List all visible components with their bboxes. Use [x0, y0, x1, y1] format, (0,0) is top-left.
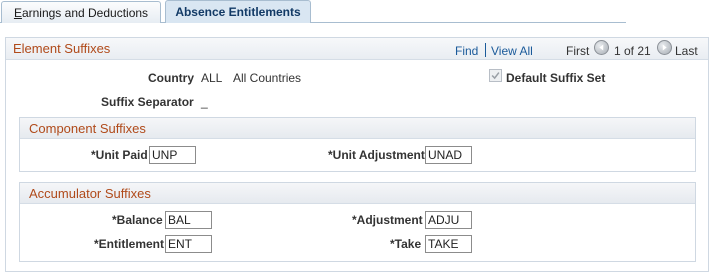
find-link[interactable]: Find: [455, 44, 478, 58]
unit-adjustment-label: *Unit Adjustment: [328, 148, 425, 162]
view-all-link[interactable]: View All: [491, 44, 533, 58]
page-info: 1 of 21: [614, 44, 651, 58]
suffix-separator-label: Suffix Separator: [101, 95, 194, 109]
last-label: Last: [675, 44, 698, 58]
entitlement-label: *Entitlement: [94, 237, 165, 251]
adjustment-input[interactable]: [425, 211, 472, 229]
country-name: All Countries: [233, 71, 302, 85]
first-label: First: [566, 44, 590, 58]
take-input[interactable]: [425, 235, 472, 253]
entitlement-input[interactable]: [165, 235, 212, 253]
tab-earnings-and-deductions[interactable]: Earnings and Deductions: [1, 1, 161, 23]
arrow-left-icon[interactable]: [594, 40, 609, 55]
accumulator-suffixes-title: Accumulator Suffixes: [29, 186, 151, 201]
adjustment-label: *Adjustment: [352, 213, 423, 227]
default-suffix-checkbox[interactable]: [489, 69, 502, 82]
suffix-separator-value: _: [201, 95, 208, 109]
nav-separator: [485, 43, 486, 57]
tab-label: arnings and Deductions: [21, 6, 149, 20]
tab-absence-entitlements[interactable]: Absence Entitlements: [165, 0, 311, 23]
tab-accesskey-letter: E: [13, 6, 22, 20]
unit-paid-input[interactable]: [149, 146, 196, 164]
arrow-right-icon[interactable]: [657, 40, 672, 55]
default-suffix-label: Default Suffix Set: [506, 71, 606, 85]
take-label: *Take: [390, 237, 422, 251]
component-suffixes-title: Component Suffixes: [29, 121, 146, 136]
unit-paid-label: *Unit Paid: [91, 148, 148, 162]
country-code: ALL: [201, 71, 223, 85]
country-label: Country: [148, 71, 194, 85]
grid-title: Element Suffixes: [13, 41, 111, 56]
unit-adjustment-input[interactable]: [425, 146, 472, 164]
balance-label: *Balance: [112, 213, 163, 227]
balance-input[interactable]: [165, 211, 212, 229]
